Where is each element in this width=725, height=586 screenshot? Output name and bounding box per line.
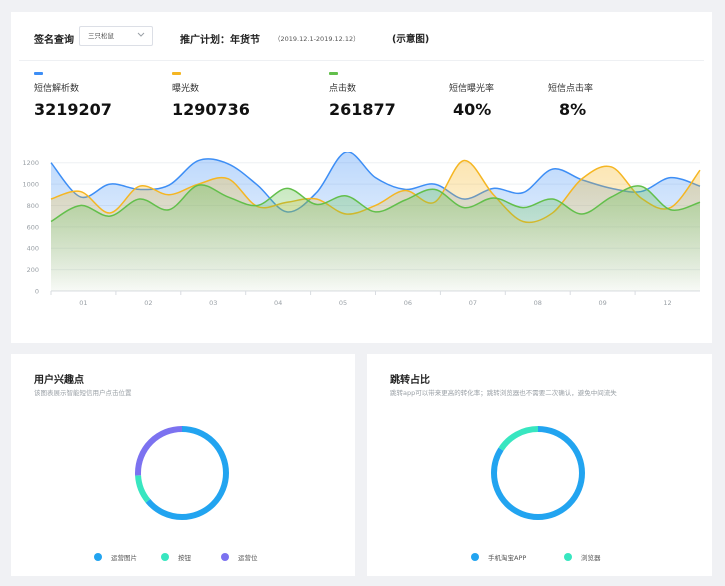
legend-dot — [564, 553, 572, 561]
metric-exposure-count: 曝光数 1290736 — [172, 72, 250, 119]
metric-marker-none — [548, 72, 557, 75]
metric-parse-count: 短信解析数 3219207 — [34, 72, 112, 119]
x-tick-label: 04 — [274, 299, 282, 307]
interest-legend-item[interactable]: 运营图片 — [94, 552, 137, 562]
interest-title: 用户兴趣点 — [34, 375, 84, 386]
header-divider — [19, 60, 704, 61]
interest-subtitle: 该图表展示智能短信用户点击位置 — [34, 389, 132, 397]
y-tick-label: 200 — [27, 266, 39, 274]
x-tick-label: 01 — [79, 299, 87, 307]
metric-label: 短信曝光率 — [449, 84, 495, 94]
legend-label: 手机淘宝APP — [488, 554, 527, 562]
metric-value: 8% — [559, 100, 587, 119]
y-tick-label: 400 — [27, 245, 39, 253]
interest-legend-item[interactable]: 按钮 — [161, 552, 191, 562]
redirect-subtitle: 跳转app可以带来更高的转化率；跳转浏览器也不需要二次确认，避免中间流失 — [390, 389, 617, 397]
redirect-legend: 手机淘宝APP 浏览器 — [367, 552, 712, 566]
chevron-down-icon — [137, 32, 145, 37]
legend-dot — [94, 553, 102, 561]
metric-value: 40% — [453, 100, 492, 119]
metric-marker-click — [329, 72, 338, 75]
legend-label: 浏览器 — [581, 554, 601, 562]
x-tick-label: 12 — [663, 299, 671, 307]
metric-click-rate: 短信点击率 8% — [548, 72, 593, 119]
x-tick-label: 05 — [339, 299, 347, 307]
redirect-title: 跳转占比 — [390, 375, 430, 386]
metric-marker-none — [449, 72, 458, 75]
legend-dot — [471, 553, 479, 561]
redirect-card: 跳转占比 跳转app可以带来更高的转化率；跳转浏览器也不需要二次确认，避免中间流… — [367, 354, 712, 576]
redirect-donut-chart — [491, 426, 585, 520]
metric-value: 261877 — [329, 100, 396, 119]
interest-donut-chart — [135, 426, 229, 520]
x-tick-label: 03 — [209, 299, 217, 307]
signature-query-label: 签名查询 — [34, 35, 74, 46]
legend-label: 运营位 — [238, 554, 258, 562]
legend-dot — [221, 553, 229, 561]
interest-legend: 运营图片 按钮 运营位 — [11, 552, 355, 566]
metric-label: 曝光数 — [172, 84, 200, 94]
metric-click-count: 点击数 261877 — [329, 72, 396, 119]
metric-label: 短信点击率 — [548, 84, 594, 94]
legend-dot — [161, 553, 169, 561]
y-tick-label: 1000 — [22, 181, 39, 189]
summary-card: 签名查询 三只松鼠 推广计划：年货节 （2019.12.1-2019.12.12… — [11, 12, 712, 343]
metric-marker-exposure — [172, 72, 181, 75]
y-tick-label: 800 — [27, 202, 39, 210]
metric-exposure-rate: 短信曝光率 40% — [449, 72, 494, 119]
y-tick-label: 1200 — [22, 159, 39, 167]
interest-legend-item[interactable]: 运营位 — [221, 552, 258, 562]
x-tick-label: 08 — [534, 299, 542, 307]
trend-area-chart: 0 200 400 600 800 1000 1200 01 02 03 04 05 06 07 08 09 1… — [22, 152, 701, 307]
y-tick-label: 600 — [27, 223, 39, 231]
promotion-plan-dates: （2019.12.1-2019.12.12） — [274, 35, 360, 43]
interest-card: 用户兴趣点 该图表展示智能短信用户点击位置 运营图片 按钮 运营位 — [11, 354, 355, 576]
redirect-legend-item[interactable]: 手机淘宝APP — [471, 552, 526, 562]
legend-label: 运营图片 — [111, 554, 137, 562]
y-tick-label: 0 — [35, 288, 39, 296]
signature-select[interactable]: 三只松鼠 — [79, 26, 153, 46]
metric-value: 3219207 — [34, 100, 112, 119]
metric-label: 短信解析数 — [34, 84, 80, 94]
signature-select-value: 三只松鼠 — [88, 32, 114, 40]
x-tick-label: 07 — [469, 299, 477, 307]
x-tick-label: 09 — [599, 299, 607, 307]
diagram-note: (示意图) — [392, 34, 430, 45]
legend-label: 按钮 — [178, 554, 191, 562]
metric-label: 点击数 — [329, 84, 357, 94]
redirect-legend-item[interactable]: 浏览器 — [564, 552, 601, 562]
x-tick-label: 02 — [144, 299, 152, 307]
metric-marker-parse — [34, 72, 43, 75]
promotion-plan-label: 推广计划：年货节 — [180, 35, 260, 46]
metric-value: 1290736 — [172, 100, 250, 119]
x-tick-label: 06 — [404, 299, 412, 307]
